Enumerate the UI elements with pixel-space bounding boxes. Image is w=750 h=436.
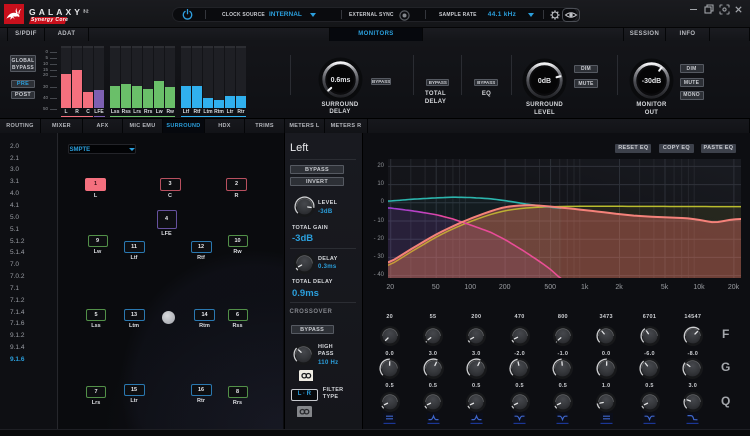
svg-text:0dB: 0dB xyxy=(538,78,551,85)
svg-text:0.6ms: 0.6ms xyxy=(330,77,350,84)
svg-text:-30dB: -30dB xyxy=(642,78,661,85)
